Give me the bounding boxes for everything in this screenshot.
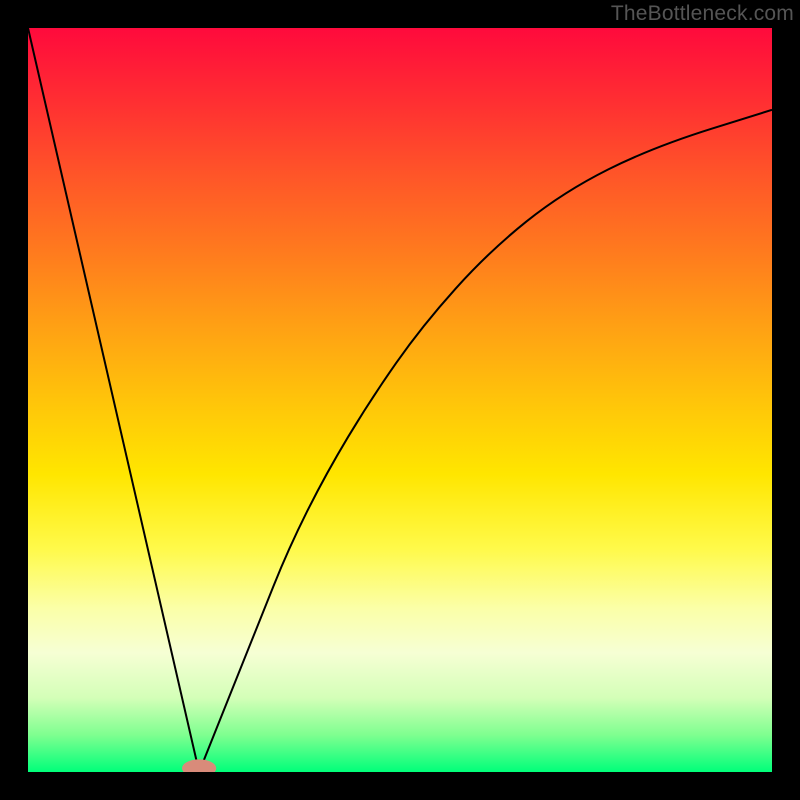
minimum-marker — [182, 759, 216, 772]
chart-frame: TheBottleneck.com — [0, 0, 800, 800]
chart-svg — [28, 28, 772, 772]
curve-right-branch — [199, 110, 772, 772]
watermark-text: TheBottleneck.com — [611, 2, 794, 26]
plot-area — [28, 28, 772, 772]
curve-left-branch — [28, 28, 199, 772]
